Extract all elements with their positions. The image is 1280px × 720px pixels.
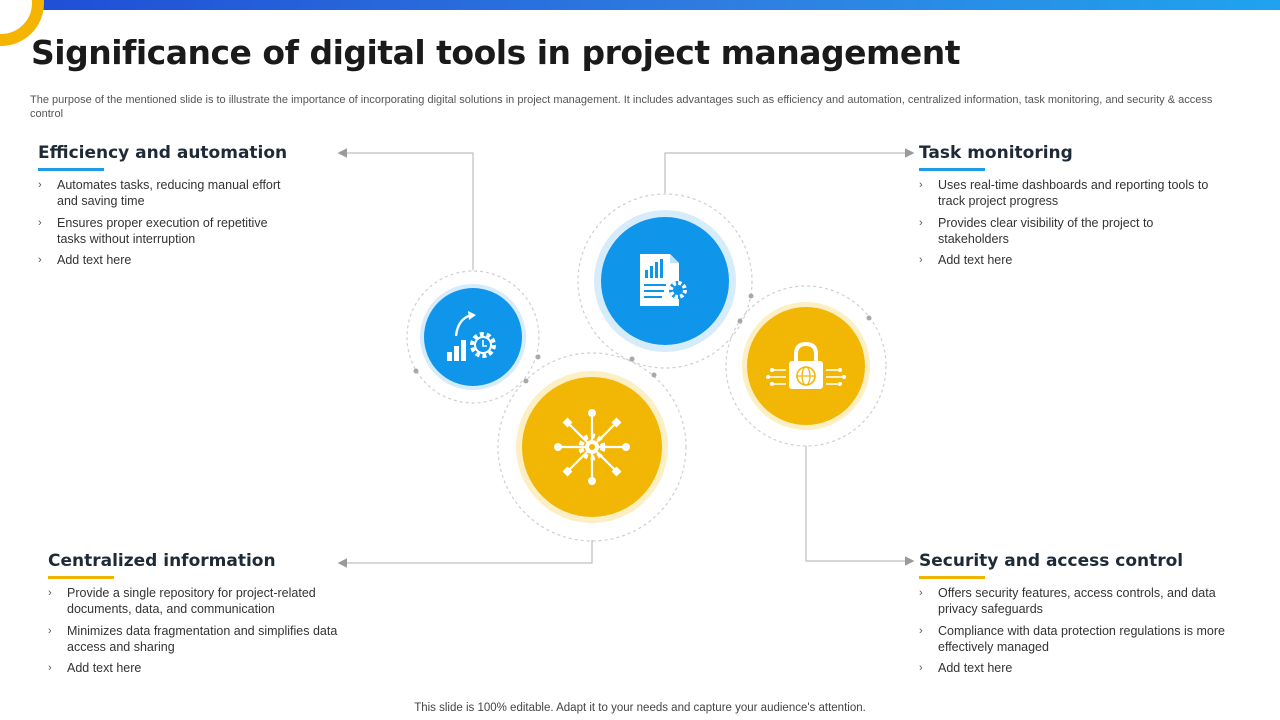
list-item: › Add text here <box>48 661 142 675</box>
section-efficiency: Efficiency and automation › Automates tas… <box>38 143 288 274</box>
bullet-list: › Offers security features, access contro… <box>919 585 1239 676</box>
list-item: › Add text here <box>38 253 132 267</box>
heading-underline <box>919 576 985 579</box>
chevron-right-icon: › <box>38 179 42 191</box>
list-item: › Uses real-time dashboards and reporting… <box>919 178 1209 208</box>
chevron-right-icon: › <box>919 624 923 637</box>
list-item: › Add text here <box>919 661 1013 675</box>
chevron-right-icon: › <box>38 216 42 229</box>
heading-underline <box>919 168 985 171</box>
chevron-right-icon: › <box>919 254 923 266</box>
list-item: › Provide a single repository for project… <box>48 586 316 616</box>
chevron-right-icon: › <box>48 624 52 637</box>
chevron-right-icon: › <box>919 662 923 674</box>
bullet-list: › Provide a single repository for project… <box>48 585 340 676</box>
footer-note: This slide is 100% editable. Adapt it to… <box>414 702 866 714</box>
bullet-list: › Uses real-time dashboards and reporting… <box>919 177 1231 268</box>
list-item: › Provides clear visibility of the projec… <box>919 215 1154 246</box>
list-item: › Compliance with data protection regulat… <box>919 623 1225 654</box>
heading-underline <box>48 576 114 579</box>
list-item: › Add text here <box>919 253 1013 267</box>
section-task-monitoring: Task monitoring › Uses real-time dashboar… <box>919 143 1231 274</box>
network-hub-icon <box>554 409 630 485</box>
section-security-access-control: Security and access control › Offers secu… <box>919 551 1239 682</box>
section-heading: Efficiency and automation <box>38 143 288 163</box>
section-heading: Centralized information <box>48 551 276 571</box>
list-item: › Automates tasks, reducing manual effort… <box>38 178 281 208</box>
list-item: › Minimizes data fragmentation and simpli… <box>48 623 338 654</box>
list-item: › Ensures proper execution of repetitive … <box>38 215 268 246</box>
chevron-right-icon: › <box>48 587 52 599</box>
chevron-right-icon: › <box>919 216 923 229</box>
section-heading: Task monitoring <box>919 143 1073 163</box>
chevron-right-icon: › <box>38 254 42 266</box>
chevron-right-icon: › <box>919 587 923 599</box>
chevron-right-icon: › <box>919 179 923 191</box>
list-item: › Offers security features, access contro… <box>919 586 1216 616</box>
chevron-right-icon: › <box>48 662 52 674</box>
heading-underline <box>38 168 104 171</box>
bullet-list: › Automates tasks, reducing manual effort… <box>38 177 288 268</box>
section-centralized-information: Centralized information › Provide a singl… <box>48 551 340 682</box>
section-heading: Security and access control <box>919 551 1184 571</box>
